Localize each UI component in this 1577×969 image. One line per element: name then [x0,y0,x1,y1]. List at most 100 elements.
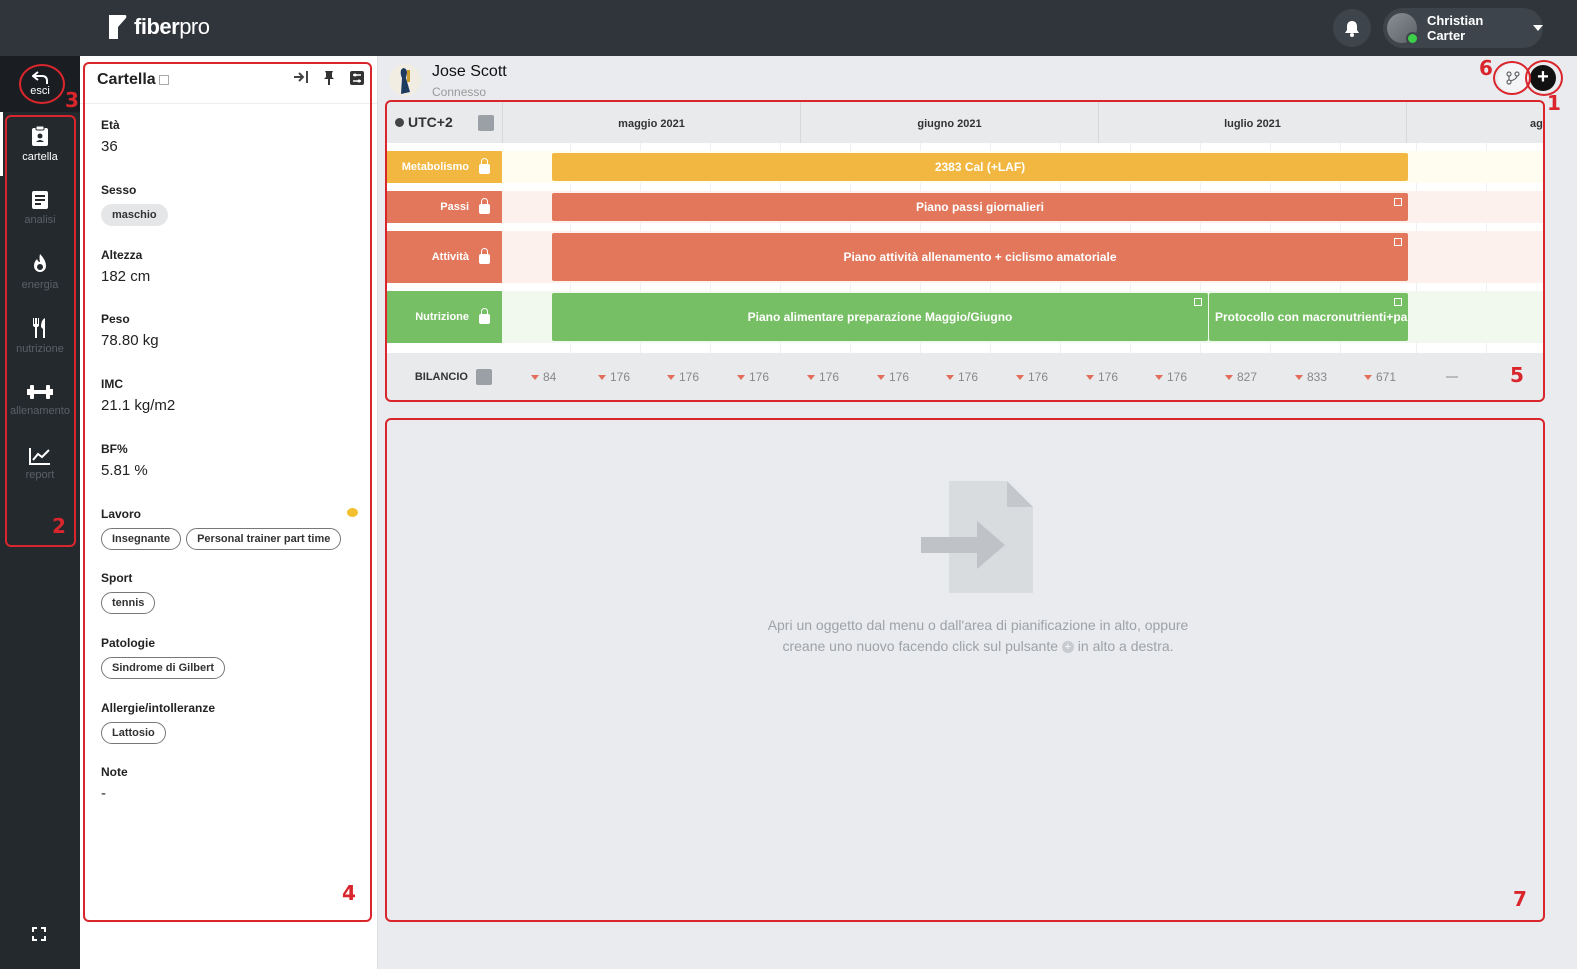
settings-icon[interactable] [349,70,365,86]
edit-icon[interactable] [1394,198,1402,206]
fullscreen-icon[interactable] [31,926,47,942]
nav-item-analisi[interactable]: analisi [0,176,80,240]
field-label: Allergie/intolleranze [101,701,216,715]
lane-label[interactable]: Nutrizione [386,291,502,343]
plan-bar[interactable]: 2383 Cal (+LAF) [552,153,1408,181]
lane-title: Nutrizione [415,311,469,323]
bilancio-value: 176 [1016,353,1048,401]
field-sport: Sport tennis [101,571,160,614]
app-logo-text: fiberpro [134,14,210,39]
chart-line-icon [29,448,50,465]
detail-area: Apri un oggetto dal menu o dall'area di … [386,419,1544,921]
clock-icon [395,117,404,127]
lane-passi: Passi Piano passi giornalieri [386,191,1544,223]
bilancio-value: 827 [1225,353,1257,401]
bell-icon [1345,20,1359,37]
left-nav: esci cartella analisi energia nutrizione… [0,56,80,969]
plan-bar-label: 2383 Cal (+LAF) [934,160,1026,174]
lane-label[interactable]: Metabolismo [386,151,502,183]
plan-bar-label: Protocollo con macronutrienti+pa [1215,310,1408,324]
month-label: luglio 2021 [1098,101,1406,143]
plan-bar[interactable]: Piano attività allenamento + ciclismo am… [552,233,1408,281]
dumbbell-icon [27,385,53,399]
field-value: 21.1 kg/m2 [101,397,176,414]
lock-icon [479,198,490,214]
bar-chart-icon[interactable] [476,369,492,385]
user-name: Christian Carter [1426,13,1484,43]
field-label: Sport [101,571,133,585]
tag: Personal trainer part time [186,528,342,550]
field-eta: Età 36 [101,118,120,155]
clipboard-icon [32,125,48,146]
lane-label[interactable]: Passi [386,191,502,223]
field-imc: IMC 21.1 kg/m2 [101,377,175,414]
bilancio-label: BILANCIO [414,371,468,383]
calendar-icon[interactable] [478,115,494,131]
patient-avatar [389,64,421,96]
timezone-label: UTC+2 [408,114,453,130]
field-label: Lavoro [101,507,142,521]
annotation-number: 6 [1479,56,1493,80]
lane-nutrizione: Nutrizione Piano alimentare preparazione… [386,291,1544,343]
field-label: Patologie [101,636,156,650]
nav-label-nutrizione: nutrizione [16,343,64,355]
timeline-header: UTC+2 maggio 2021 giugno 2021 luglio 202… [386,101,1544,143]
lock-icon [479,158,490,174]
lane-metabolismo: Metabolismo 2383 Cal (+LAF) [386,151,1544,183]
bilancio-value: 176 [807,353,839,401]
nav-item-cartella[interactable]: cartella [0,112,80,176]
field-altezza: Altezza 182 cm [101,248,150,285]
tag: Sindrome di Gilbert [101,657,226,679]
nav-item-nutrizione[interactable]: nutrizione [0,304,80,368]
annotation-number: 7 [1513,887,1527,911]
document-icon [32,191,48,209]
field-label: BF% [101,442,128,456]
bilancio-value: 176 [737,353,769,401]
bilancio-value: 176 [667,353,699,401]
nav-item-report[interactable]: report [0,432,80,496]
lock-icon [479,248,490,264]
field-label: Sesso [101,183,137,197]
plan-bar[interactable]: Protocollo con macronutrienti+pa [1209,293,1408,341]
nav-label-allenamento: allenamento [10,405,70,417]
field-value: - [101,785,106,802]
lane-label[interactable]: Attività [386,231,502,283]
app-logo[interactable]: fiberpro [106,13,210,41]
field-peso: Peso 78.80 kg [101,312,159,349]
month-label: agosto [1406,101,1544,143]
top-bar: fiberpro Christian Carter [0,0,1577,56]
collapse-panel-icon[interactable] [293,70,309,84]
field-label: Note [101,765,128,779]
field-patologie: Patologie Sindrome di Gilbert [101,636,230,679]
pin-icon[interactable] [323,70,335,85]
edit-icon[interactable] [1394,298,1402,306]
bilancio-value: 176 [1155,353,1187,401]
annotation-number: 2 [52,514,66,538]
lane-attivita: Attività Piano attività allenamento + ci… [386,231,1544,283]
lane-title: Metabolismo [401,161,469,173]
empty-state-text: Apri un oggetto dal menu o dall'area di … [386,615,1570,657]
chevron-down-icon [1533,25,1543,31]
field-bf: BF% 5.81 % [101,442,148,479]
cartella-toolbar [293,70,365,86]
user-avatar [1387,13,1419,45]
annotation-circle-exit [19,64,65,104]
nav-item-energia[interactable]: energia [0,240,80,304]
cartella-title: Cartella [97,70,156,88]
month-label: giugno 2021 [800,101,1098,143]
bilancio-value: 176 [598,353,630,401]
patient-status: Connesso [432,85,487,99]
edit-icon[interactable] [1394,238,1402,246]
annotation-number: 3 [65,88,79,112]
user-menu-button[interactable]: Christian Carter [1383,8,1543,48]
notifications-button[interactable] [1333,9,1371,47]
plan-bar[interactable]: Piano alimentare preparazione Maggio/Giu… [552,293,1208,341]
field-value: 78.80 kg [101,332,159,349]
nav-label-energia: energia [21,279,59,291]
nav-item-allenamento[interactable]: allenamento [0,368,80,432]
comment-icon[interactable] [347,508,358,517]
edit-icon[interactable] [1194,298,1202,306]
plan-bar[interactable]: Piano passi giornalieri [552,193,1408,221]
bilancio-value: 84 [531,353,556,401]
plan-bar-label: Piano passi giornalieri [915,200,1045,214]
